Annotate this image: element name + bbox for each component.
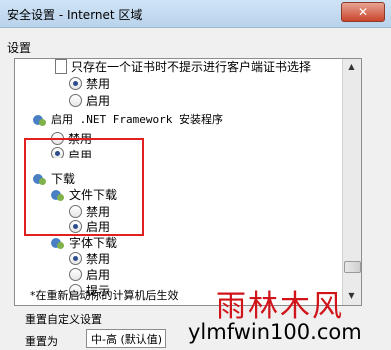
radio-button[interactable]: [69, 219, 82, 233]
document-icon: [55, 59, 67, 74]
watermark-url: ylmfwin100.com: [188, 320, 362, 344]
radio-label: 启用: [86, 93, 111, 108]
radio-button[interactable]: [51, 147, 64, 158]
radio-label: 启用: [86, 219, 111, 234]
radio-cert-enable[interactable]: 启用: [69, 92, 110, 108]
radio-button[interactable]: [69, 204, 82, 218]
radio-button[interactable]: [69, 93, 82, 107]
watermark-text: 雨林木风: [216, 289, 344, 324]
radio-label: 禁用: [86, 251, 111, 266]
radio-label: 启用: [86, 267, 111, 282]
settings-gear-icon: [51, 188, 65, 201]
setting-label: 文件下载: [69, 187, 118, 202]
scroll-thumb[interactable]: [344, 261, 361, 273]
title-bar: 安全设置 - Internet 区域 ✕: [0, 0, 391, 28]
settings-gear-icon: [51, 236, 65, 249]
settings-tree[interactable]: 只存在一个证书时不提示进行客户端证书选择 禁用 启用 启用 .NET Frame…: [14, 58, 362, 306]
radio-label: 启用: [68, 149, 93, 158]
reset-level-select[interactable]: 中-高 (默认值): [86, 329, 166, 348]
radio-label: 禁用: [86, 76, 111, 91]
radio-font-download-enable[interactable]: 启用: [69, 266, 110, 282]
setting-label: 字体下载: [69, 235, 118, 250]
settings-gear-icon: [33, 113, 47, 126]
scroll-down-icon[interactable]: ▼: [344, 289, 359, 303]
radio-font-download-disable[interactable]: 禁用: [69, 250, 110, 266]
list-item: 字体下载: [51, 234, 117, 250]
restart-note: *在重新启动你的计算机后生效: [30, 289, 179, 302]
setting-label: 只存在一个证书时不提示进行客户端证书选择: [71, 59, 312, 74]
radio-netfx-enable[interactable]: 启用: [51, 147, 92, 158]
setting-label: 下载: [51, 171, 76, 186]
radio-button[interactable]: [69, 267, 82, 281]
scroll-up-icon[interactable]: ▲: [344, 60, 359, 74]
radio-button[interactable]: [69, 251, 82, 265]
radio-label: 禁用: [68, 131, 93, 146]
vertical-scrollbar[interactable]: ▲ ▼: [342, 59, 361, 305]
settings-group-label: 设置: [7, 41, 32, 55]
close-button[interactable]: ✕: [341, 2, 385, 22]
radio-netfx-disable[interactable]: 禁用: [51, 130, 92, 146]
dialog-client: 设置 只存在一个证书时不提示进行客户端证书选择 禁用 启用 启用 .NET Fr…: [0, 28, 391, 350]
radio-button[interactable]: [51, 131, 64, 145]
list-item: 只存在一个证书时不提示进行客户端证书选择: [55, 59, 312, 74]
setting-label: 启用 .NET Framework 安装程序: [51, 113, 223, 126]
reset-group-label: 重置自定义设置: [25, 313, 102, 326]
list-item: 文件下载: [51, 186, 117, 202]
radio-button[interactable]: [69, 76, 82, 90]
list-item: 启用 .NET Framework 安装程序: [33, 111, 223, 127]
settings-gear-icon: [33, 172, 47, 185]
window-title: 安全设置 - Internet 区域: [7, 8, 143, 22]
reset-to-label: 重置为: [25, 335, 58, 348]
radio-file-download-enable[interactable]: 启用: [69, 218, 110, 234]
radio-cert-disable[interactable]: 禁用: [69, 75, 110, 91]
list-item: 下载: [33, 170, 75, 186]
close-icon: ✕: [357, 5, 369, 19]
